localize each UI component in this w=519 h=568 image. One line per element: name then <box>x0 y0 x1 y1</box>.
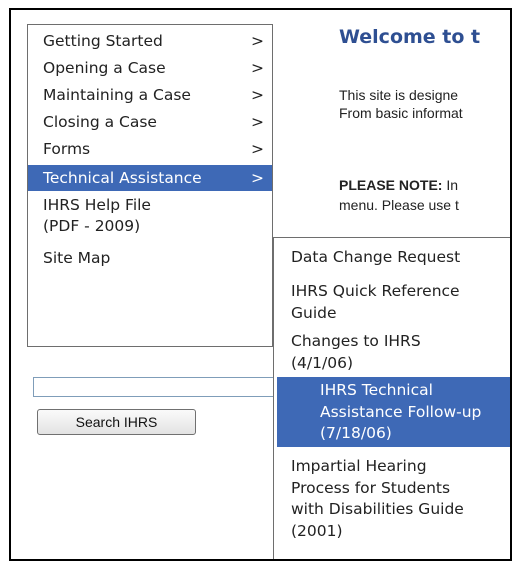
page-frame: Getting Started > Opening a Case > Maint… <box>9 8 512 561</box>
note-line: menu. Please use t <box>339 197 459 213</box>
submenu-item-label: IHRS Technical Assistance Follow-up (7/1… <box>320 381 482 442</box>
chevron-right-icon: > <box>251 32 264 50</box>
note-label: PLEASE NOTE: <box>339 177 443 193</box>
submenu-item-changes-to-ihrs[interactable]: Changes to IHRS (4/1/06) <box>274 331 510 374</box>
nav-item-label: Closing a Case <box>43 113 157 131</box>
technical-assistance-submenu: Data Change Request IHRS Quick Reference… <box>273 237 510 559</box>
nav-item-label: Technical Assistance <box>43 169 202 187</box>
note-line: PLEASE NOTE: In <box>339 175 459 195</box>
submenu-item-data-change-request[interactable]: Data Change Request <box>274 247 510 269</box>
chevron-right-icon: > <box>251 86 264 104</box>
intro-line: From basic informat <box>339 105 463 121</box>
search-input[interactable] <box>33 377 298 397</box>
submenu-item-label: Impartial Hearing Process for Students w… <box>291 457 464 540</box>
nav-item-label: Maintaining a Case <box>43 86 191 104</box>
submenu-item-technical-assistance-follow-up[interactable]: IHRS Technical Assistance Follow-up (7/1… <box>277 377 510 447</box>
submenu-item-label: Data Change Request <box>291 248 461 266</box>
note-paragraph: PLEASE NOTE: In menu. Please use t <box>339 175 459 215</box>
nav-item-label: Opening a Case <box>43 59 166 77</box>
submenu-item-impartial-hearing-guide[interactable]: Impartial Hearing Process for Students w… <box>274 456 510 542</box>
submenu-item-quick-reference-guide[interactable]: IHRS Quick Reference Guide <box>274 281 510 324</box>
nav-item-label: IHRS Help File (PDF - 2009) <box>43 196 151 235</box>
sidebar-nav: Getting Started > Opening a Case > Maint… <box>27 24 273 347</box>
nav-item-label: Site Map <box>43 249 111 267</box>
nav-item-label: Forms <box>43 140 91 158</box>
nav-item-label: Getting Started <box>43 32 163 50</box>
nav-item-technical-assistance[interactable]: Technical Assistance > <box>28 165 272 191</box>
submenu-item-label: Changes to IHRS (4/1/06) <box>291 332 421 372</box>
chevron-right-icon: > <box>251 169 264 187</box>
chevron-right-icon: > <box>251 59 264 77</box>
note-text: In <box>442 177 459 193</box>
chevron-right-icon: > <box>251 140 264 158</box>
intro-paragraph: This site is designe From basic informat <box>339 86 463 122</box>
chevron-right-icon: > <box>251 113 264 131</box>
intro-line: This site is designe <box>339 87 459 103</box>
page-title: Welcome to t <box>339 26 481 48</box>
submenu-item-label: IHRS Quick Reference Guide <box>291 282 460 322</box>
search-button[interactable]: Search IHRS <box>37 409 196 435</box>
